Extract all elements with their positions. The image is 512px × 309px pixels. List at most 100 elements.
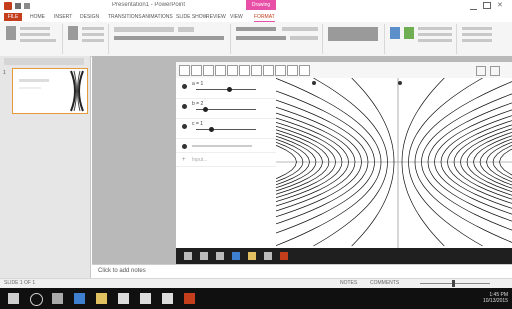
undo-icon[interactable] [24,3,30,9]
slider-label: a = 1 [192,81,204,87]
slider-knob[interactable] [227,87,232,92]
undo-icon[interactable] [476,66,486,76]
mail-icon[interactable] [140,293,151,304]
notes-placeholder[interactable]: Click to add notes [98,268,146,274]
tab-home[interactable]: HOME [30,13,45,21]
edge-icon[interactable] [232,252,240,260]
paste-icon[interactable] [6,26,16,40]
visibility-dot-icon[interactable] [182,144,187,149]
align-buttons[interactable] [236,36,286,40]
find-button[interactable] [462,27,492,30]
move-graphics-tool-icon[interactable] [299,65,310,76]
font-format-buttons[interactable] [114,36,224,40]
cortana-search-icon[interactable] [30,293,43,306]
tab-view[interactable]: VIEW [230,13,243,21]
system-clock[interactable]: 1:45 PM 10/13/2015 [470,292,508,304]
font-name-select[interactable] [114,27,174,32]
menu-icon[interactable] [490,66,500,76]
function-row[interactable] [176,140,276,153]
algebra-view: a = 1 b = 2 c = 1 + Input... [176,78,277,248]
tab-format[interactable]: FORMAT [254,13,275,22]
reset-button[interactable] [82,33,104,36]
input-row[interactable]: + Input... [176,154,276,167]
file-explorer-icon[interactable] [96,293,107,304]
slider-row-c[interactable]: c = 1 [176,120,276,139]
explorer-icon[interactable] [248,252,256,260]
tab-design[interactable]: DESIGN [80,13,99,21]
smartart-button[interactable] [290,36,318,40]
tab-file[interactable]: FILE [4,13,22,21]
circle-tool-icon[interactable] [239,65,250,76]
line-tool-icon[interactable] [203,65,214,76]
maximize-icon[interactable] [483,2,491,9]
quick-styles-icon[interactable] [404,27,414,39]
cut-button[interactable] [20,27,50,30]
paragraph-group [232,24,323,54]
task-view-icon[interactable] [52,293,63,304]
select-button[interactable] [462,39,492,42]
save-icon[interactable] [15,3,21,9]
perpendicular-tool-icon[interactable] [215,65,226,76]
close-icon[interactable]: ✕ [497,2,504,9]
slider-track[interactable] [196,87,256,92]
drawing-group [324,24,385,54]
tab-animations[interactable]: ANIMATIONS [142,13,173,21]
tab-insert[interactable]: INSERT [54,13,72,21]
visibility-dot-icon[interactable] [182,84,187,89]
shapes-gallery[interactable] [328,27,378,41]
editing-group [458,24,508,54]
angle-tool-icon[interactable] [263,65,274,76]
notes-pane[interactable]: Click to add notes [92,264,512,279]
graphics-view[interactable] [276,78,512,248]
edge-browser-icon[interactable] [74,293,85,304]
slide-thumbnail[interactable] [12,68,88,114]
slider-row-b[interactable]: b = 2 [176,100,276,119]
powerpoint-icon[interactable] [280,252,288,260]
notes-button[interactable]: NOTES [340,280,357,286]
format-painter-button[interactable] [20,39,56,42]
visibility-dot-icon[interactable] [182,104,187,109]
geogebra-taskbar-icon[interactable] [162,293,173,304]
minimize-icon[interactable] [470,2,477,10]
store-icon[interactable] [264,252,272,260]
tab-transitions[interactable]: TRANSITIONS [108,13,142,21]
new-slide-icon[interactable] [68,26,78,40]
arrange-icon[interactable] [390,27,400,39]
slider-track[interactable] [196,127,256,132]
search-icon[interactable] [200,252,208,260]
windows-start-icon[interactable] [8,293,19,304]
shape-outline-button[interactable] [418,33,452,36]
layout-button[interactable] [82,27,104,30]
comments-button[interactable]: COMMENTS [370,280,399,286]
section-button[interactable] [82,39,104,42]
powerpoint-logo-icon [4,2,12,10]
text-direction-button[interactable] [282,27,318,31]
ellipse-tool-icon[interactable] [251,65,262,76]
slider-knob[interactable] [209,127,214,132]
slider-tool-icon[interactable] [287,65,298,76]
tab-slide-show[interactable]: SLIDE SHOW [176,13,207,21]
visibility-dot-icon[interactable] [182,124,187,129]
point-tool-icon[interactable] [191,65,202,76]
slider-row-a[interactable]: a = 1 [176,80,276,99]
shape-effects-button[interactable] [418,39,452,42]
input-bar[interactable]: Input... [192,157,207,163]
reflect-tool-icon[interactable] [275,65,286,76]
zoom-slider-knob[interactable] [452,280,455,287]
store-icon[interactable] [118,293,129,304]
task-view-icon[interactable] [216,252,224,260]
tab-review[interactable]: REVIEW [206,13,226,21]
font-size-select[interactable] [178,27,194,32]
ribbon [0,22,512,57]
powerpoint-taskbar-icon[interactable] [184,293,195,304]
move-tool-icon[interactable] [179,65,190,76]
slider-knob[interactable] [203,107,208,112]
shape-fill-button[interactable] [418,27,452,30]
polygon-tool-icon[interactable] [227,65,238,76]
list-buttons[interactable] [236,27,276,31]
slider-track[interactable] [196,107,256,112]
copy-button[interactable] [20,33,50,36]
start-icon[interactable] [184,252,192,260]
replace-button[interactable] [462,33,492,36]
zoom-slider[interactable] [420,283,490,284]
